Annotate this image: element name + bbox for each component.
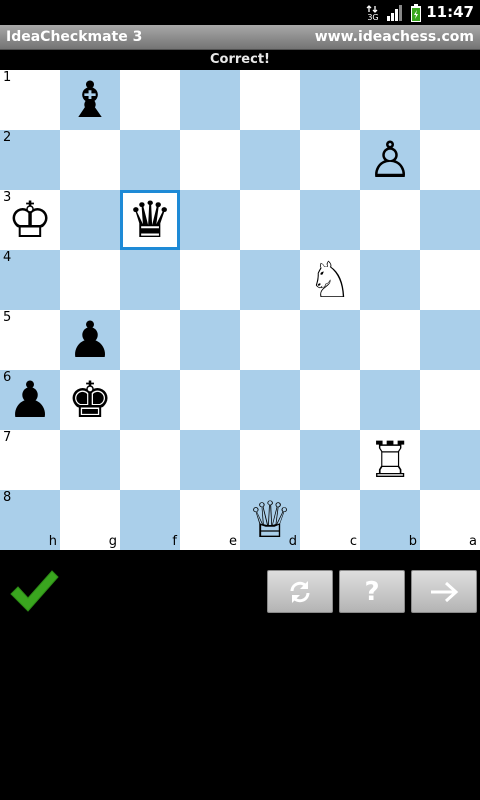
board-square[interactable] <box>120 250 180 310</box>
next-button[interactable] <box>411 570 477 613</box>
status-bar: 3G 11:47 <box>0 0 480 25</box>
board-square[interactable] <box>300 310 360 370</box>
signal-icon <box>387 4 402 21</box>
board-square[interactable] <box>420 190 480 250</box>
board-square[interactable] <box>240 430 300 490</box>
board-square[interactable] <box>360 190 420 250</box>
black-queen-piece[interactable]: ♛ <box>120 190 180 250</box>
board-square[interactable] <box>420 70 480 130</box>
file-label: g <box>108 534 117 549</box>
board-square[interactable] <box>60 430 120 490</box>
website-link[interactable]: www.ideachess.com <box>315 25 474 50</box>
black-king-piece[interactable]: ♚ <box>60 370 120 430</box>
white-king-piece[interactable]: ♔ <box>0 190 60 250</box>
board-square[interactable]: 5 <box>0 310 60 370</box>
rank-label: 2 <box>3 130 12 145</box>
file-label: f <box>172 534 177 549</box>
rank-label: 8 <box>3 490 12 505</box>
reset-button[interactable] <box>267 570 333 613</box>
board-square[interactable] <box>240 70 300 130</box>
rank-label: 7 <box>3 430 12 445</box>
board-square[interactable] <box>360 310 420 370</box>
board-square[interactable] <box>60 130 120 190</box>
checkmark-icon <box>10 570 59 612</box>
board-square[interactable]: 2 <box>0 130 60 190</box>
board-square[interactable] <box>120 70 180 130</box>
white-queen-piece[interactable]: ♕ <box>240 490 300 550</box>
board-square[interactable] <box>180 370 240 430</box>
board-square[interactable] <box>180 430 240 490</box>
black-pawn-piece[interactable]: ♟ <box>0 370 60 430</box>
board-square[interactable] <box>180 70 240 130</box>
board-square[interactable] <box>120 130 180 190</box>
white-pawn-piece[interactable]: ♙ <box>360 130 420 190</box>
black-bishop-piece[interactable]: ♝ <box>60 70 120 130</box>
app-title: IdeaCheckmate 3 <box>6 29 143 45</box>
board-square[interactable]: b <box>360 490 420 550</box>
board-square[interactable] <box>240 310 300 370</box>
board-square[interactable]: a <box>420 490 480 550</box>
hint-label: ? <box>364 576 380 607</box>
rank-label: 1 <box>3 70 12 85</box>
board-square[interactable] <box>360 70 420 130</box>
board-square[interactable]: 8h <box>0 490 60 550</box>
board-square[interactable] <box>300 130 360 190</box>
board-square[interactable] <box>360 250 420 310</box>
black-pawn-piece[interactable]: ♟ <box>60 310 120 370</box>
file-label: e <box>229 534 237 549</box>
board-square[interactable] <box>420 130 480 190</box>
status-time: 11:47 <box>426 3 474 21</box>
white-knight-piece[interactable]: ♘ <box>300 250 360 310</box>
board-square[interactable] <box>180 190 240 250</box>
board-square[interactable] <box>240 250 300 310</box>
board-square[interactable] <box>420 430 480 490</box>
board-square[interactable] <box>420 370 480 430</box>
network-label: 3G <box>367 13 378 21</box>
board-square[interactable]: g <box>60 490 120 550</box>
white-rook-piece[interactable]: ♖ <box>360 430 420 490</box>
board-square[interactable] <box>300 190 360 250</box>
board-square[interactable] <box>180 250 240 310</box>
rank-label: 5 <box>3 310 12 325</box>
board-square[interactable] <box>120 430 180 490</box>
board-square[interactable] <box>60 190 120 250</box>
board-square[interactable]: 7 <box>0 430 60 490</box>
file-label: a <box>469 534 477 549</box>
file-label: h <box>48 534 57 549</box>
board-square[interactable]: 1 <box>0 70 60 130</box>
board-square[interactable] <box>60 250 120 310</box>
board-square[interactable]: e <box>180 490 240 550</box>
control-bar <box>0 550 480 630</box>
board-square[interactable]: f <box>120 490 180 550</box>
file-label: b <box>408 534 417 549</box>
board-square[interactable] <box>240 370 300 430</box>
result-message: Correct! <box>0 50 480 70</box>
board-square[interactable] <box>240 130 300 190</box>
board-square[interactable] <box>180 130 240 190</box>
board-square[interactable] <box>300 430 360 490</box>
arrow-right-icon <box>431 581 459 602</box>
rank-label: 4 <box>3 250 12 265</box>
board-square[interactable] <box>180 310 240 370</box>
board-square[interactable] <box>300 370 360 430</box>
board-square[interactable]: c <box>300 490 360 550</box>
status-icons: 3G <box>366 3 422 22</box>
chess-board[interactable]: 1 2 3 4 5 6 7 8 h g f e d c b a ♝ ♙ ♔ ♛ ♘ ♟ ♟ ♚ ♖ ♕ <box>0 70 480 550</box>
board-square[interactable] <box>300 70 360 130</box>
board-square[interactable]: 4 <box>0 250 60 310</box>
network-icon: 3G <box>366 4 379 21</box>
file-label: c <box>349 534 357 549</box>
board-square[interactable] <box>120 310 180 370</box>
hint-button[interactable]: ? <box>339 570 405 613</box>
board-square[interactable] <box>420 310 480 370</box>
board-square[interactable] <box>240 190 300 250</box>
board-square[interactable] <box>120 370 180 430</box>
refresh-icon <box>290 580 310 603</box>
board-square[interactable] <box>360 370 420 430</box>
battery-icon <box>411 3 421 22</box>
title-bar: IdeaCheckmate 3 www.ideachess.com <box>0 25 480 50</box>
board-square[interactable] <box>420 250 480 310</box>
